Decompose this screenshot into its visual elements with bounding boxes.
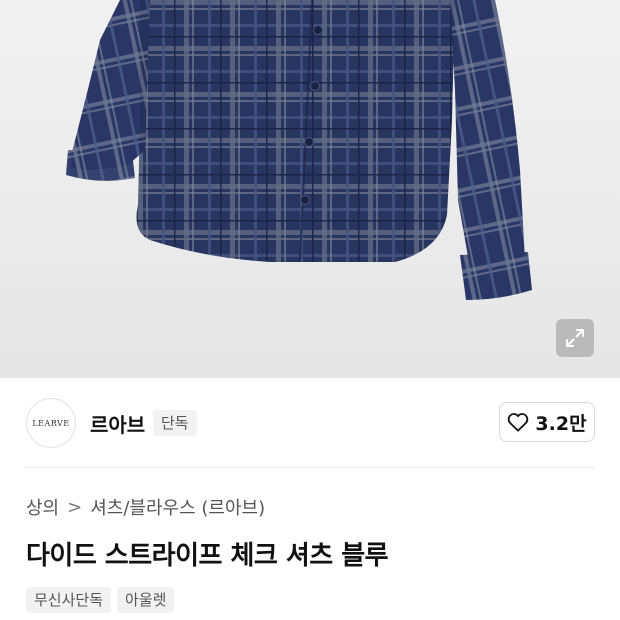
like-button[interactable]: 3.2만 [499,402,595,442]
exclusive-badge: 단독 [153,410,197,436]
product-image[interactable] [0,0,620,378]
breadcrumb-item-category[interactable]: 상의 [26,494,59,520]
chevron-right-icon: > [67,496,83,518]
brand-row: LEARVE 르아브 단독 3.2만 [0,378,620,468]
divider [26,467,595,468]
like-count: 3.2만 [535,412,587,435]
expand-image-button[interactable] [556,319,594,357]
brand-logo-text: LEARVE [32,418,70,428]
shirt-illustration [66,0,532,300]
expand-arrows-icon [566,329,584,347]
breadcrumb: 상의 > 셔츠/블라우스 (르아브) [26,494,265,520]
brand-name-link[interactable]: 르아브 [90,409,145,438]
product-title: 다이드 스트라이프 체크 셔츠 블루 [26,541,389,571]
product-tags: 무신사단독 아울렛 [26,587,175,613]
breadcrumb-item-subcategory[interactable]: 셔츠/블라우스 (르아브) [90,494,265,520]
heart-outline-icon [508,413,529,432]
tag-musinsa-exclusive[interactable]: 무신사단독 [26,587,112,613]
brand-logo[interactable]: LEARVE [26,398,76,448]
tag-outlet[interactable]: 아울렛 [117,587,175,613]
